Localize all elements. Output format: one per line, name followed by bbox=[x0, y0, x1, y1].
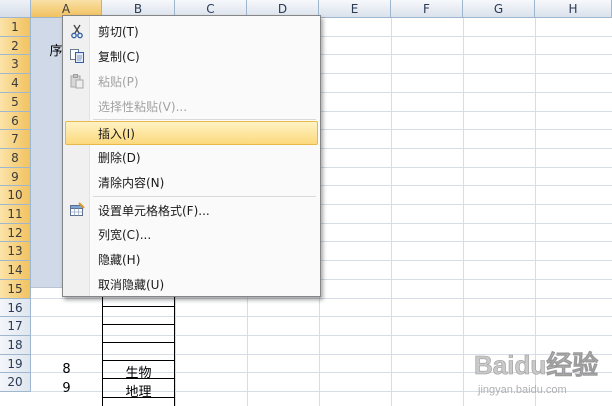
menu-item-clear-contents[interactable]: 清除内容(N) bbox=[65, 170, 318, 194]
column-header-f[interactable]: F bbox=[391, 0, 463, 18]
column-header-h[interactable]: H bbox=[535, 0, 612, 18]
context-menu: 剪切(T) 复制(C) 粘贴(P) 选择性粘贴(V)... 插入(I) 删除(D… bbox=[62, 15, 321, 297]
row-header-5[interactable]: 5 bbox=[0, 93, 31, 112]
menu-item-hide[interactable]: 隐藏(H) bbox=[65, 247, 318, 271]
row-header-2[interactable]: 2 bbox=[0, 37, 31, 55]
column-header-e[interactable]: E bbox=[319, 0, 391, 18]
menu-item-format-cells[interactable]: 设置单元格格式(F)... bbox=[65, 198, 318, 222]
select-all-corner[interactable] bbox=[0, 0, 31, 18]
watermark-text: Baidu经验 bbox=[474, 350, 598, 380]
row-header-16[interactable]: 16 bbox=[0, 299, 31, 317]
cell-a19[interactable]: 8 bbox=[31, 362, 102, 377]
column-header-g[interactable]: G bbox=[463, 0, 535, 18]
row-header-9[interactable]: 9 bbox=[0, 168, 31, 186]
menu-item-paste-special[interactable]: 选择性粘贴(V)... bbox=[65, 94, 318, 118]
row-header-19[interactable]: 19 bbox=[0, 355, 31, 373]
row-header-4[interactable]: 4 bbox=[0, 74, 31, 93]
baidu-watermark: Baidu经验 jingyan.baidu.com bbox=[470, 338, 610, 400]
menu-item-delete[interactable]: 删除(D) bbox=[65, 145, 318, 169]
format-cells-icon bbox=[69, 202, 85, 218]
row-header-11[interactable]: 11 bbox=[0, 205, 31, 224]
scissors-icon bbox=[69, 23, 85, 39]
row-header-6[interactable]: 6 bbox=[0, 112, 31, 130]
row-header-14[interactable]: 14 bbox=[0, 261, 31, 280]
menu-item-cut[interactable]: 剪切(T) bbox=[65, 19, 318, 43]
menu-item-unhide[interactable]: 取消隐藏(U) bbox=[65, 272, 318, 296]
row-header-15[interactable]: 15 bbox=[0, 280, 31, 299]
menu-item-column-width[interactable]: 列宽(C)... bbox=[65, 222, 318, 246]
cell-a20[interactable]: 9 bbox=[31, 381, 102, 396]
row-header-10[interactable]: 10 bbox=[0, 186, 31, 205]
copy-icon bbox=[69, 48, 85, 64]
paste-icon bbox=[69, 73, 85, 89]
cell-b20[interactable]: 地理 bbox=[102, 381, 175, 400]
row-header-17[interactable]: 17 bbox=[0, 317, 31, 336]
row-header-3[interactable]: 3 bbox=[0, 55, 31, 74]
row-header-20[interactable]: 20 bbox=[0, 373, 31, 392]
row-header-8[interactable]: 8 bbox=[0, 149, 31, 168]
watermark-sub: jingyan.baidu.com bbox=[477, 384, 567, 396]
cell-b19[interactable]: 生物 bbox=[102, 362, 175, 381]
row-header-1[interactable]: 1 bbox=[0, 18, 31, 37]
spreadsheet[interactable]: A B C D E F G H 1 2 3 4 5 6 7 8 9 10 11 12 13 14 15 16 1… bbox=[0, 0, 612, 406]
menu-item-insert[interactable]: 插入(I) bbox=[65, 121, 318, 145]
row-header-13[interactable]: 13 bbox=[0, 242, 31, 261]
row-header-18[interactable]: 18 bbox=[0, 336, 31, 355]
row-header-12[interactable]: 12 bbox=[0, 224, 31, 242]
menu-item-copy[interactable]: 复制(C) bbox=[65, 44, 318, 68]
row-header-7[interactable]: 7 bbox=[0, 130, 31, 149]
menu-item-paste[interactable]: 粘贴(P) bbox=[65, 69, 318, 93]
